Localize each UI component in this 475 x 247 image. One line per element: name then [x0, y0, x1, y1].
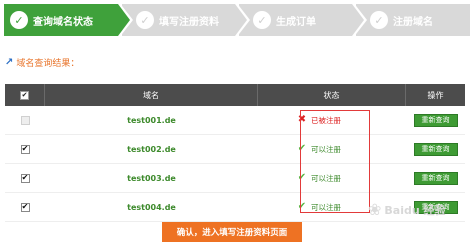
check-icon: ✓: [136, 11, 154, 29]
row-checkbox[interactable]: ✔: [20, 202, 30, 212]
domain-name: test001.de: [127, 115, 176, 125]
result-label-text: 域名查询结果：: [16, 59, 80, 69]
domain-name: test002.de: [127, 144, 176, 154]
row-checkbox: [20, 115, 30, 125]
header-action: 操作: [427, 90, 444, 100]
step-label: 查询域名状态: [33, 16, 93, 28]
header-select-all[interactable]: ✔: [5, 84, 45, 106]
check-icon: ✔: [297, 201, 307, 212]
cross-icon: ✖: [297, 114, 307, 125]
requery-button[interactable]: 重新查询: [413, 142, 458, 156]
header-status: 状态: [258, 84, 406, 106]
requery-button[interactable]: 重新查询: [413, 113, 458, 127]
confirm-button[interactable]: 确认，进入填写注册资料页面: [162, 222, 302, 242]
step-query-status: ✓ 查询域名状态: [4, 2, 133, 38]
row-checkbox[interactable]: ✔: [20, 144, 30, 154]
check-icon: ✔: [297, 172, 307, 183]
select-all-checkbox[interactable]: ✔: [20, 90, 29, 100]
watermark: ❀ Baidu 经验: [368, 200, 446, 219]
status-text: 已被注册: [311, 115, 341, 125]
arrow-marker-icon: ↗: [5, 57, 14, 68]
paw-logo-icon: ❀: [368, 200, 382, 219]
table-row: ✔ test003.de ✔ 可以注册 重新查询: [5, 164, 465, 193]
step-label: 填写注册资料: [159, 16, 219, 28]
domain-name: test003.de: [127, 173, 176, 183]
step-fill-info: ✓ 填写注册资料: [122, 2, 250, 38]
check-icon: ✓: [253, 11, 271, 29]
step-register-domain: ✓ 注册域名: [356, 4, 470, 36]
step-bar: ✓ 查询域名状态 ✓ 填写注册资料 ✓ 生成订单 ✓ 注册域名: [4, 2, 470, 38]
status-badge: ✖ 已被注册: [297, 115, 367, 126]
requery-button[interactable]: 重新查询: [413, 171, 458, 185]
status-badge: ✔ 可以注册: [297, 173, 367, 184]
status-text: 可以注册: [311, 173, 341, 183]
row-checkbox[interactable]: ✔: [20, 173, 30, 183]
status-badge: ✔ 可以注册: [297, 144, 367, 155]
table-header: ✔ 域名 状态 操作: [5, 84, 465, 106]
check-icon: ✓: [10, 11, 28, 29]
check-icon: ✔: [297, 143, 307, 154]
table-row: ✔ test002.de ✔ 可以注册 重新查询: [5, 135, 465, 164]
status-text: 可以注册: [311, 144, 341, 154]
step-label: 生成订单: [276, 16, 316, 28]
domain-name: test004.de: [127, 202, 176, 212]
step-label: 注册域名: [393, 16, 433, 28]
status-badge: ✔ 可以注册: [297, 202, 367, 213]
status-text: 可以注册: [311, 202, 341, 212]
result-label: ↗ 域名查询结果：: [5, 56, 79, 69]
table-row: test001.de ✖ 已被注册 重新查询: [5, 106, 465, 135]
check-icon: ✓: [370, 11, 388, 29]
step-generate-order: ✓ 生成订单: [239, 2, 367, 38]
header-domain: 域名: [45, 84, 258, 106]
watermark-text: Baidu 经验: [384, 203, 446, 217]
